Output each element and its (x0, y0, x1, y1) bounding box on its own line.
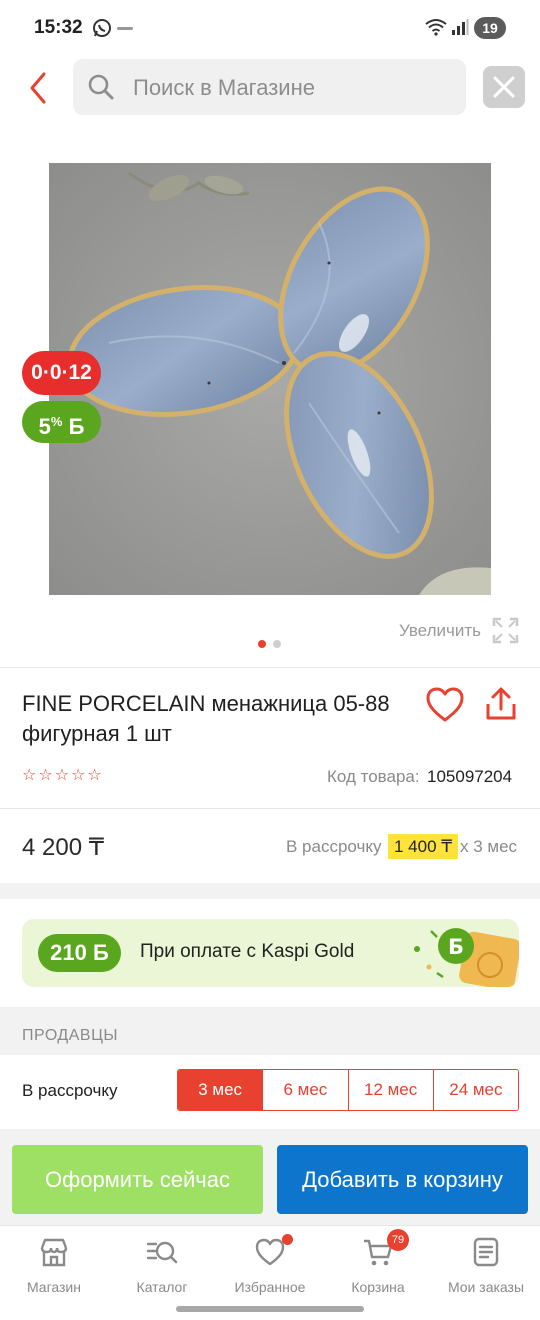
installment-option-label: В рассрочку (22, 1081, 118, 1100)
back-arrow-icon[interactable] (22, 68, 58, 108)
heart-icon[interactable] (425, 686, 465, 724)
close-button[interactable] (483, 66, 525, 108)
sku-label: Код товара: (327, 767, 420, 786)
tab-catalog[interactable]: Каталог (108, 1236, 216, 1306)
product-image[interactable] (49, 163, 491, 595)
kaspi-banner-text: При оплате с Kaspi Gold (140, 941, 355, 962)
share-icon[interactable] (484, 686, 518, 722)
tab-cart[interactable]: 79 Корзина (324, 1229, 432, 1306)
star-icon: ☆ (87, 767, 102, 784)
tab-label: Мои заказы (447, 1279, 525, 1295)
tab-favorites[interactable]: Избранное (216, 1234, 324, 1306)
cart-count-badge: 79 (387, 1229, 409, 1251)
tab-store[interactable]: Магазин (0, 1236, 108, 1306)
whatsapp-icon (93, 19, 111, 37)
tab-label: Магазин (26, 1279, 81, 1295)
divider (0, 667, 540, 668)
product-title: FINE PORCELAIN менажница 05-88 фигурная … (22, 691, 390, 746)
tab-label: Избранное (234, 1279, 306, 1295)
bonus-badge-suffix: % (50, 414, 63, 429)
term-tab-3[interactable]: 3 мес (178, 1070, 263, 1110)
sku-value: 105097204 (427, 767, 513, 786)
product-photo (49, 163, 491, 595)
installment-amount: 1 400 ₸ (388, 834, 459, 859)
term-tab-12[interactable]: 12 мес (347, 1070, 433, 1110)
signal-icon (452, 19, 469, 35)
term-tab-24[interactable]: 24 мес (432, 1070, 518, 1110)
expand-icon[interactable] (492, 617, 519, 644)
tab-orders[interactable]: Мои заказы (432, 1236, 540, 1306)
tab-label: Корзина (351, 1279, 405, 1295)
search-icon (88, 74, 114, 100)
catalog-icon (146, 1241, 178, 1264)
svg-text:Б: Б (448, 935, 464, 959)
search-placeholder: Поиск в Магазине (133, 75, 315, 100)
timer-badge: 0·0·12 (22, 351, 101, 395)
kaspi-card-icon: Б (414, 928, 519, 987)
installment-term-tabs: 3 мес 6 мес 12 мес 24 мес (177, 1069, 519, 1111)
bonus-badge-currency: Б (68, 414, 85, 439)
product-price: 4 200 ₸ (22, 834, 104, 861)
status-bar: 15:32 19 (0, 0, 540, 56)
section-gap (0, 883, 540, 899)
bonus-badge-value: 5 (38, 414, 51, 439)
search-input[interactable]: Поиск в Магазине (73, 59, 466, 115)
divider (0, 808, 540, 809)
star-icon: ☆ (54, 767, 70, 784)
close-icon (493, 76, 515, 98)
orders-icon (473, 1237, 499, 1267)
star-icon: ☆ (38, 767, 53, 784)
checkout-button[interactable]: Оформить сейчас (12, 1145, 263, 1214)
installment-term: х 3 мес (460, 837, 518, 856)
tab-label: Каталог (136, 1279, 188, 1295)
star-icon: ☆ (22, 767, 37, 784)
kaspi-bonus-pill: 210 Б (38, 934, 121, 972)
star-icon: ☆ (71, 767, 86, 784)
add-to-cart-button[interactable]: Добавить в корзину (277, 1145, 528, 1214)
kaspi-gold-banner[interactable]: 210 Б При оплате с Kaspi Gold Б (22, 919, 519, 987)
notification-dots-icon (117, 27, 133, 30)
gallery-dot-active[interactable] (258, 640, 266, 648)
status-time: 15:32 (34, 17, 83, 38)
wifi-icon (425, 19, 447, 36)
home-indicator[interactable] (176, 1306, 364, 1312)
installment-label: В рассрочку (286, 837, 382, 856)
gallery-dot[interactable] (273, 640, 281, 648)
store-icon (40, 1238, 68, 1267)
sellers-title: ПРОДАВЦЫ (22, 1027, 119, 1044)
bonus-badge: 5% Б (22, 401, 101, 443)
term-tab-6[interactable]: 6 мес (262, 1070, 348, 1110)
zoom-label[interactable]: Увеличить (399, 621, 481, 641)
rating-stars: ☆ ☆ ☆ ☆ ☆ (22, 767, 102, 785)
favorites-dot-badge (282, 1234, 293, 1245)
battery-icon: 19 (474, 17, 506, 39)
